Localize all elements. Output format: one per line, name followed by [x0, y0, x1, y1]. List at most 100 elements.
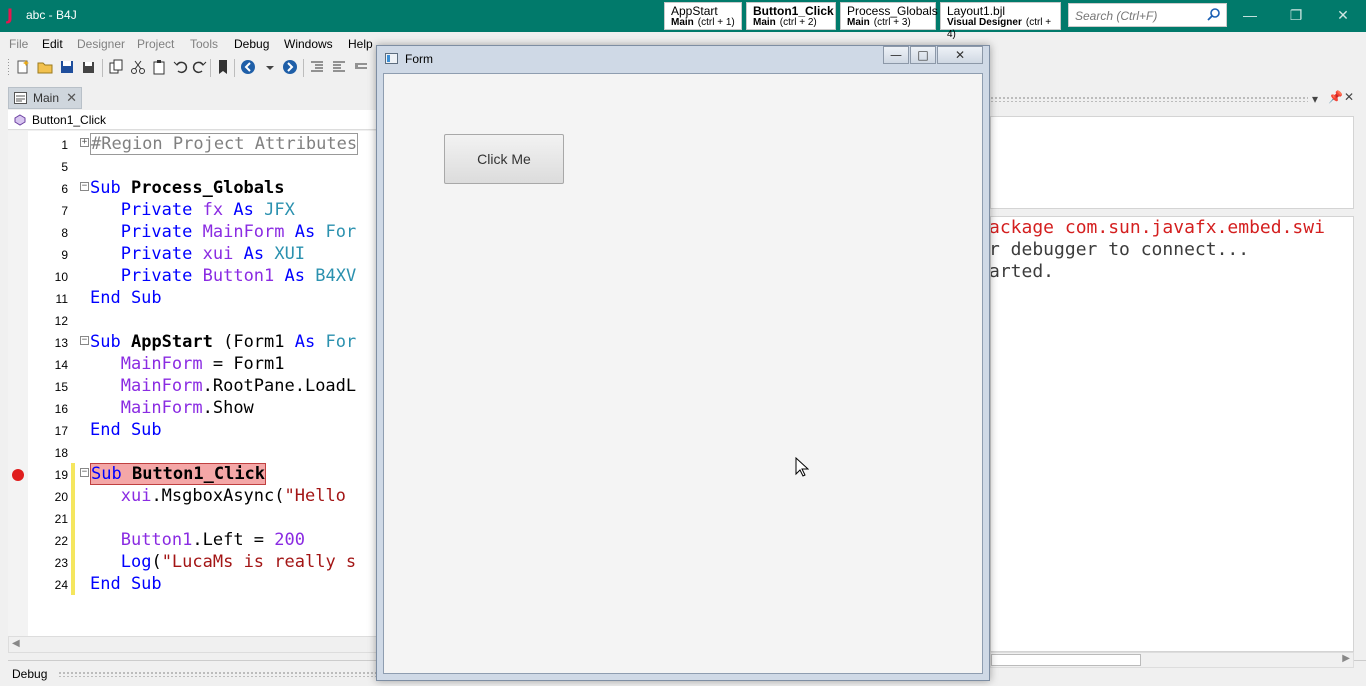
expand-icon[interactable]: + — [80, 138, 89, 147]
code-line: 1 + #Region Project Attributes — [8, 133, 378, 155]
quick-tab-appstart[interactable]: AppStart Main (ctrl + 1) — [664, 2, 742, 30]
panel-close-icon[interactable]: ✕ — [1344, 90, 1354, 104]
number-literal: 200 — [274, 530, 305, 550]
type: B4XV — [315, 266, 357, 286]
quick-tab-process-globals[interactable]: Process_Globals Main (ctrl + 3) — [840, 2, 938, 30]
line-number: 7 — [61, 204, 68, 218]
code-line: 14 MainForm = Form1 — [8, 353, 378, 375]
panel-menu-icon[interactable]: ▾ — [1312, 92, 1318, 106]
line-number: 8 — [61, 226, 68, 240]
collapse-icon[interactable]: − — [80, 468, 89, 477]
line-number: 10 — [54, 270, 68, 284]
sub-selector[interactable]: Button1_Click — [8, 110, 378, 130]
scroll-left-icon[interactable]: ◀ — [12, 638, 20, 649]
menu-file[interactable]: File — [9, 37, 28, 51]
form-close-icon[interactable]: ✕ — [937, 46, 983, 64]
redo-icon[interactable] — [191, 59, 207, 75]
keyword: Private — [120, 266, 193, 286]
log-line: ackage com.sun.javafx.embed.swi — [990, 217, 1325, 238]
code-fragment: .Show — [202, 398, 254, 418]
quick-tab-shortcut: (ctrl + 1) — [697, 17, 735, 28]
search-placeholder: Search (Ctrl+F) — [1075, 9, 1158, 23]
minimize-icon[interactable]: — — [1238, 4, 1262, 26]
logs-panel[interactable]: ackage com.sun.javafx.embed.swi r debugg… — [990, 216, 1354, 652]
form-minimize-icon[interactable]: — — [883, 46, 909, 64]
sub-name: Process_Globals — [130, 178, 285, 198]
toolbar-separator — [303, 59, 304, 77]
pin-icon[interactable]: 📌 — [1328, 90, 1343, 104]
scroll-thumb[interactable] — [991, 654, 1141, 666]
copy-icon[interactable] — [108, 59, 124, 75]
editor-horizontal-scrollbar[interactable]: ◀ — [8, 636, 378, 653]
collapse-icon[interactable]: − — [80, 182, 89, 191]
code-text: End Sub — [90, 574, 162, 594]
panel-grip[interactable] — [58, 671, 378, 677]
line-number: 1 — [61, 138, 68, 152]
chevron-down-icon[interactable] — [262, 59, 278, 75]
b4j-ide: J abc - B4J AppStart Main (ctrl + 1) Butt… — [0, 0, 1366, 686]
cut-icon[interactable] — [130, 59, 146, 75]
line-number: 14 — [54, 358, 68, 372]
click-me-button[interactable]: Click Me — [444, 134, 564, 184]
code-text: Button1.Left = 200 — [90, 529, 305, 551]
quick-tab-shortcut: (ctrl + 2) — [779, 17, 817, 28]
restore-icon[interactable]: ❐ — [1284, 4, 1308, 26]
variable: xui — [202, 244, 234, 264]
form-title-bar[interactable]: Form — □ ✕ — [377, 46, 989, 72]
breakpoint-highlight: Sub Button1_Click — [90, 463, 267, 485]
close-icon[interactable]: ✕ — [1331, 4, 1355, 26]
bookmark-icon[interactable] — [215, 59, 231, 75]
menu-windows[interactable]: Windows — [284, 37, 333, 51]
b4j-logo-icon: J — [7, 5, 13, 24]
title-bar: J abc - B4J AppStart Main (ctrl + 1) Butt… — [0, 0, 1366, 40]
change-marker — [71, 485, 75, 507]
quick-tab-layout1[interactable]: Layout1.bjl Visual Designer (ctrl + 4) — [940, 2, 1061, 40]
keyword: As — [284, 266, 306, 286]
code-line: 16 MainForm.Show — [8, 397, 378, 419]
line-number: 17 — [54, 424, 68, 438]
paste-icon[interactable] — [152, 59, 168, 75]
logs-horizontal-scrollbar[interactable]: ▶ — [990, 652, 1354, 668]
navigate-forward-icon[interactable] — [282, 59, 298, 75]
code-line: 22 Button1.Left = 200 — [8, 529, 378, 551]
new-file-icon[interactable] — [15, 59, 31, 75]
menu-debug[interactable]: Debug — [234, 37, 269, 51]
menu-tools[interactable]: Tools — [190, 37, 218, 51]
menu-project[interactable]: Project — [137, 37, 174, 51]
tab-main[interactable]: Main ✕ — [8, 87, 82, 109]
panel-grip[interactable] — [990, 96, 1308, 102]
code-editor[interactable]: 1 + #Region Project Attributes 5 6 − Sub… — [8, 131, 378, 636]
menu-designer[interactable]: Designer — [77, 37, 125, 51]
change-marker — [71, 573, 75, 595]
variable: MainForm — [120, 376, 203, 396]
quick-tab-button1-click[interactable]: Button1_Click Main (ctrl + 2) — [746, 2, 836, 30]
undo-icon[interactable] — [173, 59, 189, 75]
mouse-pointer-icon — [795, 457, 809, 477]
form-maximize-icon[interactable]: □ — [910, 46, 936, 64]
menu-edit[interactable]: Edit — [42, 37, 63, 51]
debug-panel-label[interactable]: Debug — [12, 667, 47, 681]
breakpoint-icon[interactable] — [12, 469, 24, 481]
outdent-icon[interactable] — [331, 59, 347, 75]
code-text: MainForm.RootPane.LoadL — [90, 375, 356, 397]
collapse-icon[interactable]: − — [80, 336, 89, 345]
code-line: 17 End Sub — [8, 419, 378, 441]
save-icon[interactable] — [59, 59, 75, 75]
indent-icon[interactable] — [309, 59, 325, 75]
search-box[interactable]: Search (Ctrl+F) — [1068, 3, 1227, 27]
navigate-back-icon[interactable] — [240, 59, 256, 75]
save-all-icon[interactable] — [81, 59, 97, 75]
search-icon[interactable] — [1207, 7, 1221, 21]
scroll-right-icon[interactable]: ▶ — [1342, 653, 1350, 664]
region-block[interactable]: #Region Project Attributes — [90, 133, 359, 155]
code-text: Sub Process_Globals — [90, 177, 285, 199]
menu-help[interactable]: Help — [348, 37, 373, 51]
keyword: Log — [120, 552, 152, 572]
change-marker — [71, 551, 75, 573]
comment-icon[interactable] — [353, 59, 369, 75]
open-folder-icon[interactable] — [37, 59, 53, 75]
quick-tab-module: Main — [847, 17, 870, 28]
close-tab-icon[interactable]: ✕ — [66, 90, 77, 106]
line-number: 11 — [55, 292, 68, 306]
quick-tab-title: AppStart — [671, 4, 718, 18]
